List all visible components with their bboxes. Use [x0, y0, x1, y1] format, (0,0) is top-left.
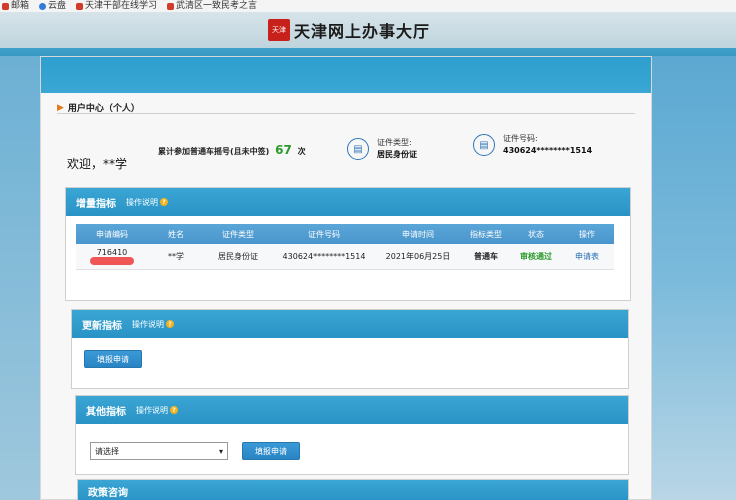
arrow-right-icon: ▶	[57, 102, 64, 113]
site-title: 天津网上办事大厅	[294, 22, 431, 41]
lottery-stat: 累计参加普通车摇号(且未中签) 67 次	[158, 143, 306, 157]
background-left	[0, 56, 40, 500]
increment-title: 增量指标	[76, 198, 116, 210]
redaction-mark	[90, 257, 134, 265]
help-icon: ?	[170, 406, 178, 414]
id-type-card: ▤ 证件类型: 居民身份证	[347, 137, 417, 161]
lottery-count: 67	[275, 143, 292, 157]
cloud-icon	[39, 2, 47, 10]
main-panel: ▶ 用户中心（个人） 欢迎，**学 累计参加普通车摇号(且未中签) 67 次 ▤…	[40, 56, 652, 500]
chevron-down-icon: ▾	[218, 446, 223, 456]
wuqing-icon	[167, 2, 175, 10]
table-header: 申请编码 姓名 证件类型 证件号码 申请时间 指标类型 状态 操作	[76, 224, 614, 244]
id-card-icon: ▤	[347, 138, 369, 160]
welcome-text: 欢迎，**学	[67, 157, 128, 171]
mail-icon	[2, 2, 9, 10]
help-icon: ?	[166, 320, 174, 328]
site-logo[interactable]: 天津 天津网上办事大厅	[268, 18, 430, 42]
other-help-link[interactable]: 操作说明 ?	[136, 405, 178, 416]
update-title: 更新指标	[82, 320, 122, 332]
update-help-link[interactable]: 操作说明 ?	[132, 319, 174, 330]
bookmark-study[interactable]: 天津干部在线学习	[76, 0, 157, 12]
panel-header-band	[41, 57, 651, 93]
update-apply-button[interactable]: 填报申请	[84, 350, 142, 368]
study-icon	[76, 2, 84, 10]
policy-section: 政策咨询	[77, 479, 629, 500]
table-row: 716410 **学 居民身份证 430624********1514 2021…	[76, 244, 614, 270]
bookmark-cloud[interactable]: 云盘	[39, 0, 66, 12]
other-section: 其他指标 操作说明 ? 请选择 ▾ 填报申请	[75, 395, 629, 475]
other-title: 其他指标	[86, 406, 126, 418]
increment-table: 申请编码 姓名 证件类型 证件号码 申请时间 指标类型 状态 操作 716410…	[76, 224, 614, 270]
bookmark-wuqing[interactable]: 武清区一致民考之言	[167, 0, 257, 12]
other-apply-button[interactable]: 填报申请	[242, 442, 300, 460]
application-form-link[interactable]: 申请表	[560, 251, 614, 262]
help-icon: ?	[160, 198, 168, 206]
status-badge: 审核通过	[520, 252, 552, 261]
background-right	[652, 56, 736, 500]
application-code: 716410	[76, 248, 148, 266]
update-section: 更新指标 操作说明 ? 填报申请	[71, 309, 629, 389]
bookmark-mail[interactable]: 邮箱	[2, 0, 29, 12]
divider	[57, 113, 635, 114]
bookmark-bar: 邮箱 云盘 天津干部在线学习 武清区一致民考之言	[0, 0, 736, 12]
policy-title: 政策咨询	[88, 487, 128, 499]
increment-section: 增量指标 操作说明 ? 申请编码 姓名 证件类型 证件号码 申请时间 指标类型 …	[65, 187, 631, 301]
logo-seal-icon: 天津	[268, 19, 290, 41]
other-type-select[interactable]: 请选择 ▾	[90, 442, 228, 460]
id-number-card: ▤ 证件号码: 430624********1514	[473, 133, 592, 157]
id-number-icon: ▤	[473, 134, 495, 156]
increment-help-link[interactable]: 操作说明 ?	[126, 197, 168, 208]
